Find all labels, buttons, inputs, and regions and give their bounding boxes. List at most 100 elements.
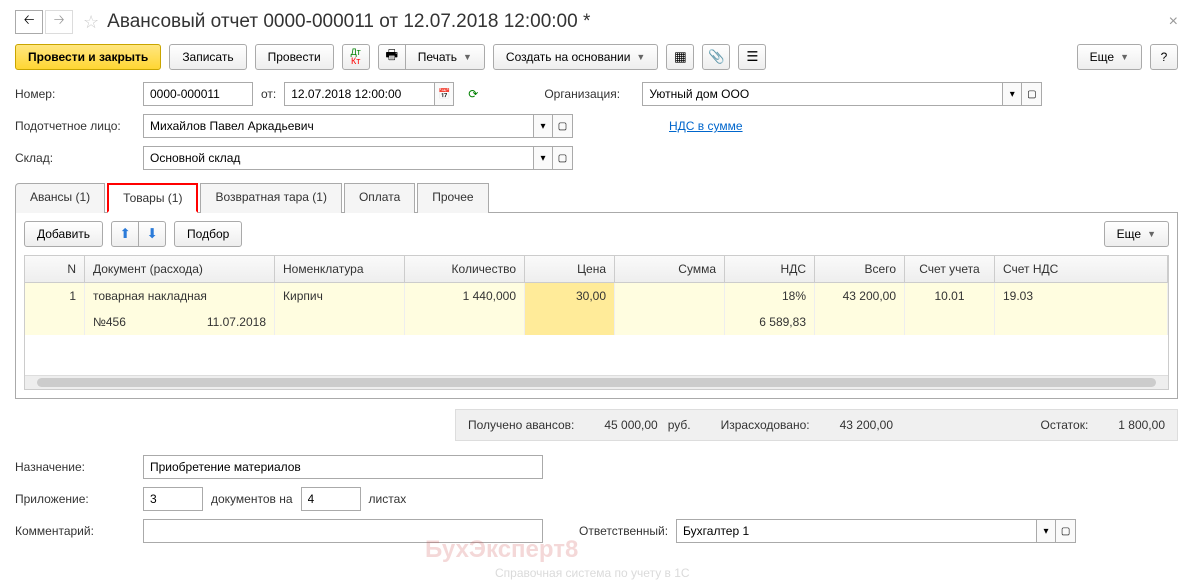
help-button[interactable]: ? [1150,44,1178,70]
col-n[interactable]: N [25,256,85,282]
watermark-sub: Справочная система по учету в 1С [495,566,690,580]
responsible-label: Ответственный: [579,524,668,538]
scrollbar-thumb[interactable] [37,378,1156,387]
post-button[interactable]: Провести [255,44,334,70]
pages-count-input[interactable] [301,487,361,511]
col-price[interactable]: Цена [525,256,615,282]
nav-forward-button: 🡢 [45,10,73,34]
favorite-icon[interactable]: ☆ [83,12,99,33]
chevron-down-icon: ▾ [1044,526,1049,537]
open-icon: ▢ [1027,89,1036,100]
warehouse-label: Склад: [15,151,135,165]
cell-sum [615,283,725,309]
dt-kt-button[interactable]: ДтКт [342,44,370,70]
cell-vat: 18% [725,283,815,309]
date-input[interactable] [284,82,434,106]
date-label: от: [261,87,276,101]
select-button[interactable]: Подбор [174,221,242,247]
attachment-label: Приложение: [15,492,135,506]
create-based-button[interactable]: Создать на основании▼ [493,44,658,70]
move-down-button[interactable]: ⬇ [138,221,166,247]
purpose-label: Назначение: [15,460,135,474]
chevron-down-icon: ▼ [1120,52,1129,62]
pages-label: листах [369,492,407,506]
number-input[interactable] [143,82,253,106]
purpose-input[interactable] [143,455,543,479]
col-vat[interactable]: НДС [725,256,815,282]
calendar-button[interactable]: 📅 [434,82,454,106]
cell-price: 30,00 [525,283,615,309]
comment-label: Комментарий: [15,524,135,538]
window-title: Авансовый отчет 0000-000011 от 12.07.201… [107,11,1169,33]
responsible-dropdown-button[interactable]: ▾ [1036,519,1056,543]
open-icon: ▢ [558,121,567,132]
layout-icon: ▦ [674,49,687,65]
cell-qty: 1 440,000 [405,283,525,309]
close-icon[interactable]: × [1169,13,1178,31]
col-account[interactable]: Счет учета [905,256,995,282]
chevron-down-icon: ▾ [540,153,545,164]
responsible-input[interactable] [676,519,1036,543]
arrow-up-icon: ⬆ [119,226,130,242]
open-icon: ▢ [1061,526,1070,537]
number-label: Номер: [15,87,135,101]
list-icon: ☰ [746,49,758,65]
col-sum[interactable]: Сумма [615,256,725,282]
tab-payment[interactable]: Оплата [344,183,415,213]
cell-nom: Кирпич [275,283,405,309]
col-nomenclature[interactable]: Номенклатура [275,256,405,282]
print-button[interactable]: Печать▼ [405,44,485,70]
warehouse-dropdown-button[interactable]: ▾ [533,146,553,170]
printer-icon: 🖶 [385,46,398,68]
col-total[interactable]: Всего [815,256,905,282]
add-button[interactable]: Добавить [24,221,103,247]
table-row[interactable]: 1 товарная накладная Кирпич 1 440,000 30… [25,283,1168,309]
col-quantity[interactable]: Количество [405,256,525,282]
nav-back-button[interactable]: 🡠 [15,10,43,34]
tab-advances[interactable]: Авансы (1) [15,183,105,213]
move-up-button[interactable]: ⬆ [111,221,139,247]
cell-doc-no: №456 [93,315,126,329]
paperclip-icon: 📎 [708,49,725,65]
person-input[interactable] [143,114,533,138]
org-input[interactable] [642,82,1002,106]
attachment-button[interactable]: 📎 [702,44,730,70]
col-doc[interactable]: Документ (расхода) [85,256,275,282]
tab-returnable[interactable]: Возвратная тара (1) [200,183,342,213]
col-vat-account[interactable]: Счет НДС [995,256,1168,282]
remainder-label: Остаток: [1041,418,1089,432]
chevron-down-icon: ▼ [463,52,472,62]
horizontal-scrollbar[interactable] [25,375,1168,389]
person-open-button[interactable]: ▢ [553,114,573,138]
dt-kt-icon: ДтКт [351,48,361,66]
save-button[interactable]: Записать [169,44,246,70]
currency: руб. [668,418,691,432]
layout-button[interactable]: ▦ [666,44,694,70]
warehouse-open-button[interactable]: ▢ [553,146,573,170]
comment-input[interactable] [143,519,543,543]
print-icon-button[interactable]: 🖶 [378,44,406,70]
cell-doc-date: 11.07.2018 [207,315,266,329]
tab-goods[interactable]: Товары (1) [107,183,198,213]
calendar-icon: 📅 [438,89,450,100]
arrow-down-icon: ⬇ [146,226,157,242]
person-dropdown-button[interactable]: ▾ [533,114,553,138]
responsible-open-button[interactable]: ▢ [1056,519,1076,543]
cell-vat-account: 19.03 [995,283,1168,309]
org-open-button[interactable]: ▢ [1022,82,1042,106]
cell-total: 43 200,00 [815,283,905,309]
refresh-icon[interactable]: ⟳ [468,87,478,101]
chevron-down-icon: ▼ [636,52,645,62]
org-dropdown-button[interactable]: ▾ [1002,82,1022,106]
docs-count-input[interactable] [143,487,203,511]
list-button[interactable]: ☰ [738,44,766,70]
vat-link[interactable]: НДС в сумме [669,119,743,133]
table-row[interactable]: №456 11.07.2018 6 589,83 [25,309,1168,335]
post-and-close-button[interactable]: Провести и закрыть [15,44,161,70]
warehouse-input[interactable] [143,146,533,170]
tab-other[interactable]: Прочее [417,183,488,213]
more-button[interactable]: Еще▼ [1077,44,1142,70]
remainder-value: 1 800,00 [1118,418,1165,432]
tab-more-button[interactable]: Еще▼ [1104,221,1169,247]
chevron-down-icon: ▾ [540,121,545,132]
